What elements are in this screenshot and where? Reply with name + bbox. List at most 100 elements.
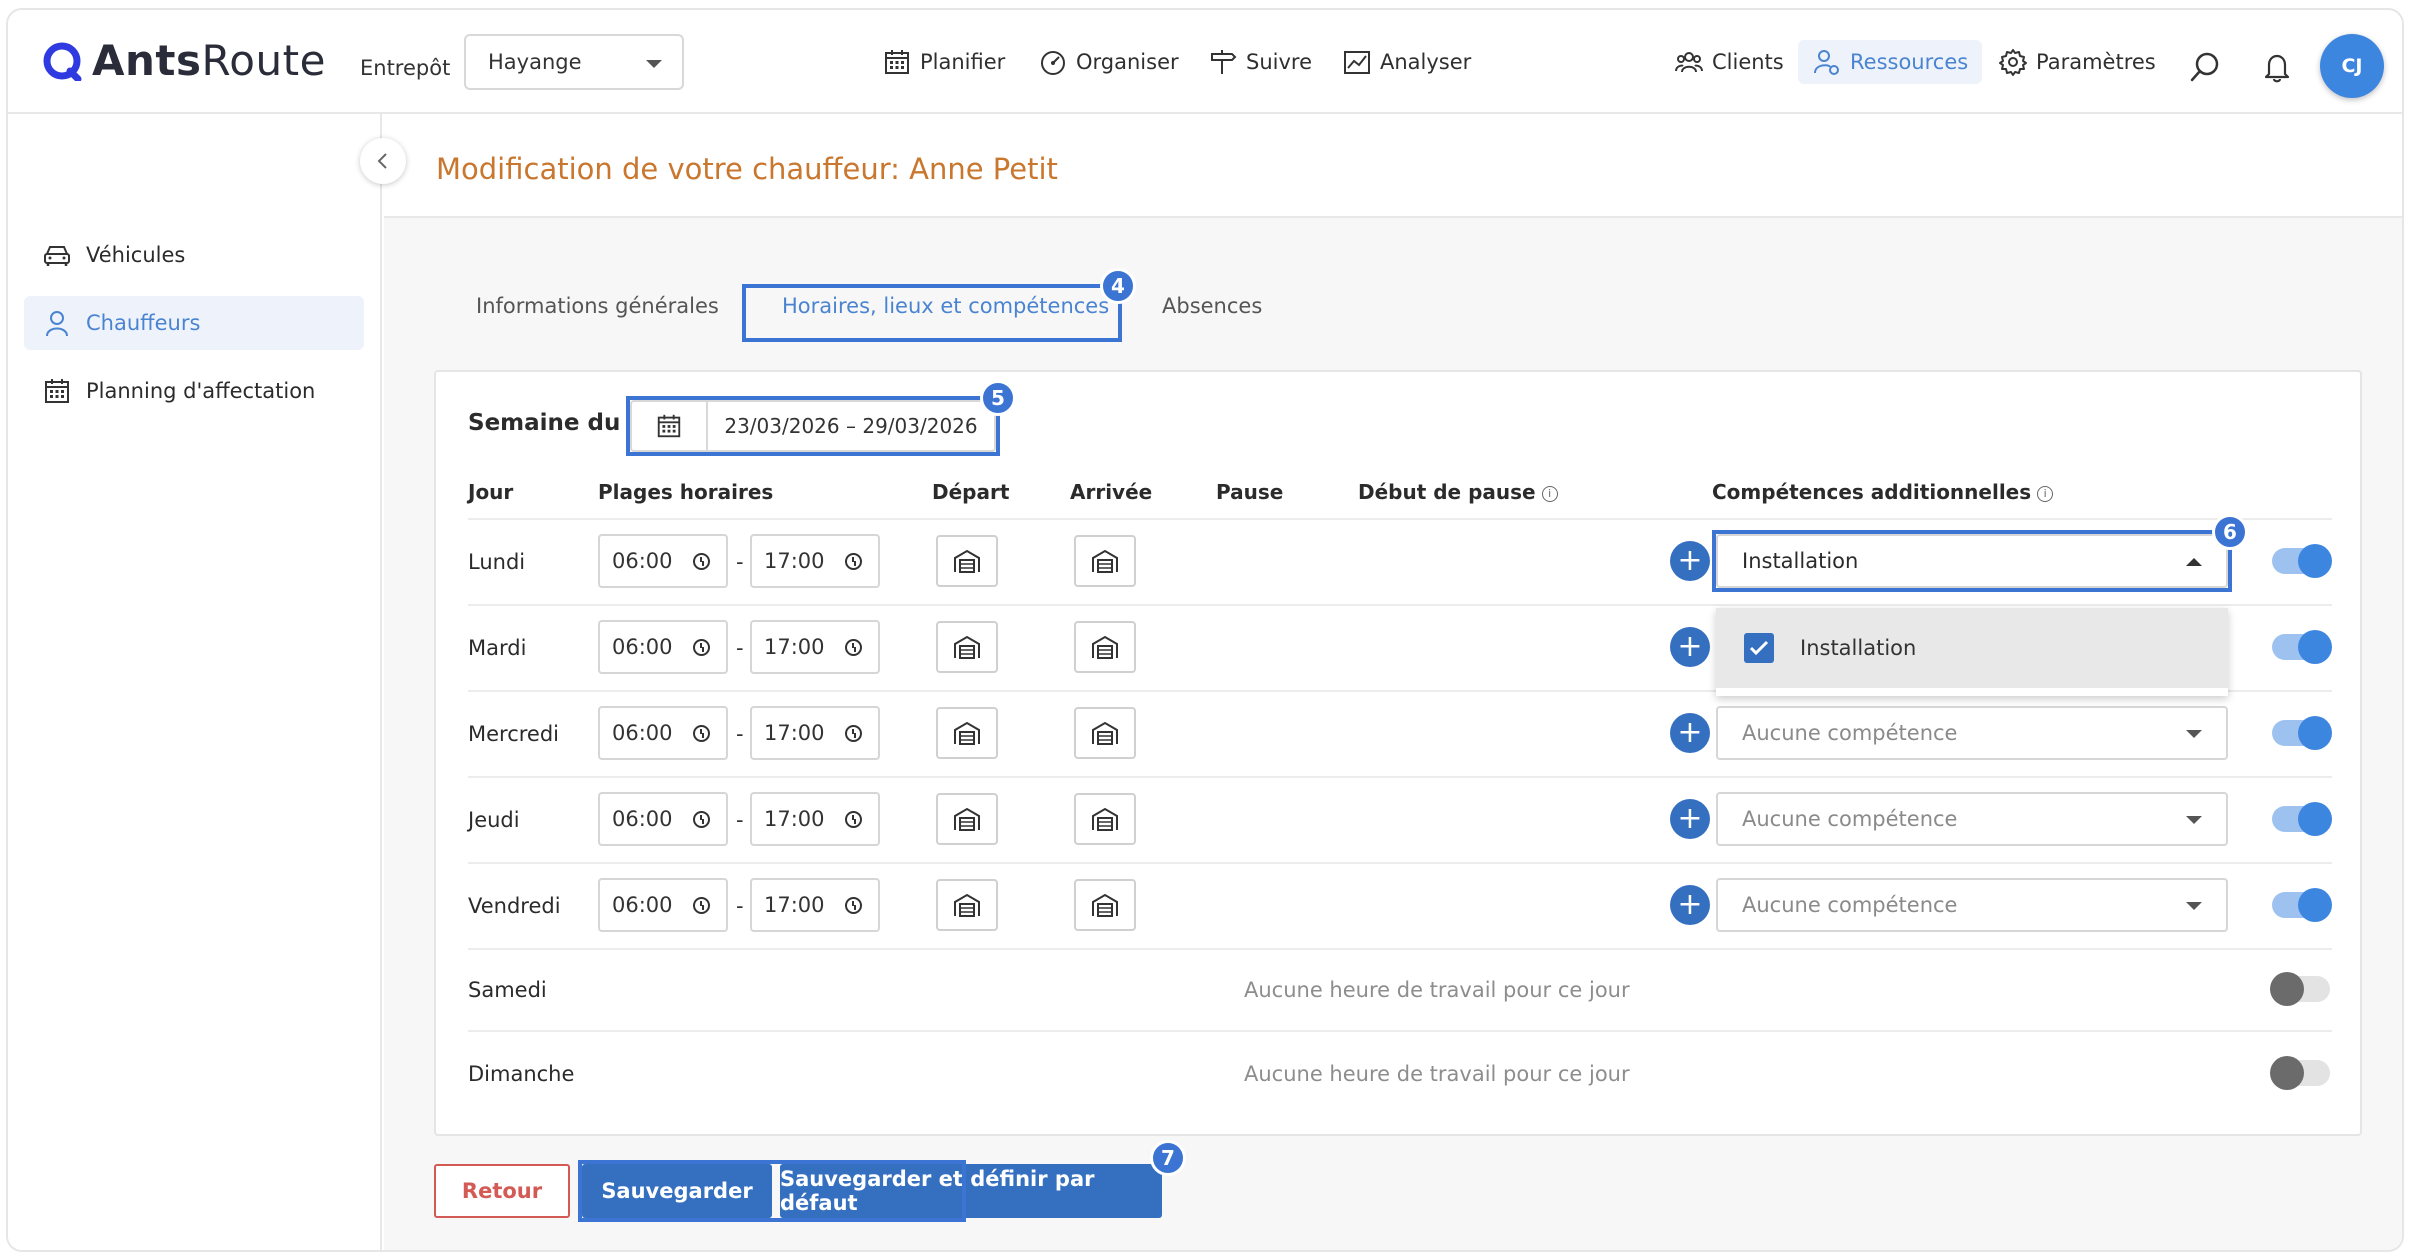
back-button[interactable]: Retour — [434, 1164, 570, 1218]
day-label: Dimanche — [468, 1062, 575, 1086]
end-time-input[interactable]: 17:00 — [750, 534, 880, 588]
nav-organiser[interactable]: Organiser — [1038, 40, 1179, 84]
end-time-input[interactable]: 17:00 — [750, 620, 880, 674]
logo[interactable]: AntsRoute — [42, 36, 326, 85]
skill-select[interactable]: Aucune compétence — [1716, 792, 2228, 846]
day-toggle[interactable] — [2272, 802, 2332, 836]
tab-highlight — [742, 284, 1122, 342]
nav-analyser[interactable]: Analyser — [1342, 40, 1471, 84]
departure-warehouse-button[interactable] — [936, 707, 998, 759]
info-icon[interactable]: i — [2037, 486, 2054, 502]
day-toggle[interactable] — [2272, 630, 2332, 664]
arrival-warehouse-button[interactable] — [1074, 621, 1136, 673]
garage-icon — [1092, 893, 1118, 917]
tab-informations-generales[interactable]: Informations générales — [476, 294, 719, 318]
departure-warehouse-button[interactable] — [936, 879, 998, 931]
no-work-text: Aucune heure de travail pour ce jour — [1244, 1062, 1630, 1086]
garage-icon — [1092, 721, 1118, 745]
day-toggle[interactable] — [2272, 888, 2332, 922]
sidebar-item-vehicules[interactable]: Véhicules — [24, 228, 364, 282]
start-time-input[interactable]: 06:00 — [598, 706, 728, 760]
garage-icon — [1092, 549, 1118, 573]
nav-label: Analyser — [1380, 50, 1472, 74]
day-label: Mercredi — [468, 722, 560, 746]
start-time-input[interactable]: 06:00 — [598, 620, 728, 674]
nav-label: Ressources — [1850, 50, 1969, 74]
sidebar-item-label: Planning d'affectation — [86, 379, 316, 403]
clock-icon — [693, 897, 710, 914]
nav-planifier[interactable]: Planifier — [882, 40, 1005, 84]
car-icon — [44, 246, 70, 266]
search-icon[interactable] — [2188, 50, 2222, 84]
end-time-input[interactable]: 17:00 — [750, 792, 880, 846]
col-header-arrival: Arrivée — [1070, 480, 1153, 504]
warehouse-select[interactable]: Hayange — [464, 34, 684, 90]
start-time-input[interactable]: 06:00 — [598, 878, 728, 932]
arrival-warehouse-button[interactable] — [1074, 793, 1136, 845]
sidebar-item-chauffeurs[interactable]: Chauffeurs — [24, 296, 364, 350]
add-skill-button[interactable]: + — [1670, 713, 1710, 753]
range-separator: - — [736, 808, 744, 832]
arrival-warehouse-button[interactable] — [1074, 707, 1136, 759]
skill-select[interactable]: Aucune compétence — [1716, 706, 2228, 760]
garage-icon — [1092, 807, 1118, 831]
clock-icon — [693, 811, 710, 828]
day-toggle[interactable] — [2270, 1056, 2330, 1090]
sidebar-item-label: Véhicules — [86, 243, 186, 267]
departure-warehouse-button[interactable] — [936, 535, 998, 587]
add-skill-button[interactable]: + — [1670, 541, 1710, 581]
week-highlight — [626, 396, 1000, 456]
add-skill-button[interactable]: + — [1670, 885, 1710, 925]
departure-warehouse-button[interactable] — [936, 793, 998, 845]
clock-icon — [845, 639, 862, 656]
nav-parametres[interactable]: Paramètres — [1998, 40, 2156, 84]
garage-icon — [954, 893, 980, 917]
garage-icon — [954, 721, 980, 745]
collapse-sidebar-button[interactable] — [360, 138, 406, 184]
col-header-day: Jour — [468, 480, 514, 504]
divider — [468, 862, 2332, 864]
nav-label: Clients — [1712, 50, 1784, 74]
nav-suivre[interactable]: Suivre — [1208, 40, 1312, 84]
checkbox-checked-icon[interactable] — [1744, 633, 1774, 663]
chevron-down-icon — [646, 60, 662, 68]
end-time-input[interactable]: 17:00 — [750, 706, 880, 760]
add-skill-button[interactable]: + — [1670, 799, 1710, 839]
plus-icon: + — [1677, 715, 1703, 750]
clock-icon — [693, 553, 710, 570]
calendar-icon — [885, 50, 909, 74]
skill-select[interactable]: Aucune compétence — [1716, 878, 2228, 932]
plus-icon: + — [1677, 887, 1703, 922]
day-toggle[interactable] — [2272, 544, 2332, 578]
bell-icon[interactable] — [2260, 50, 2294, 84]
day-toggle[interactable] — [2270, 972, 2330, 1006]
add-skill-button[interactable]: + — [1670, 627, 1710, 667]
departure-warehouse-button[interactable] — [936, 621, 998, 673]
start-time-input[interactable]: 06:00 — [598, 534, 728, 588]
avatar[interactable]: CJ — [2320, 34, 2384, 98]
callout-badge: 7 — [1150, 1140, 1186, 1176]
chevron-left-icon — [377, 153, 387, 169]
clock-icon — [693, 725, 710, 742]
arrival-warehouse-button[interactable] — [1074, 535, 1136, 587]
divider — [468, 1030, 2332, 1032]
tab-absences[interactable]: Absences — [1162, 294, 1262, 318]
divider — [468, 518, 2332, 520]
gear-icon — [1999, 49, 2027, 76]
skill-highlight — [1712, 530, 2232, 592]
nav-label: Paramètres — [2036, 50, 2156, 74]
arrival-warehouse-button[interactable] — [1074, 879, 1136, 931]
dropdown-option-label: Installation — [1800, 636, 1917, 660]
callout-badge: 4 — [1100, 268, 1136, 304]
nav-ressources[interactable]: Ressources — [1798, 40, 1983, 84]
dropdown-option[interactable]: Installation — [1716, 608, 2228, 688]
end-time-input[interactable]: 17:00 — [750, 878, 880, 932]
skill-dropdown-menu: Installation — [1716, 608, 2228, 696]
sidebar-item-planning[interactable]: Planning d'affectation — [24, 364, 364, 418]
nav-clients[interactable]: Clients — [1674, 40, 1784, 84]
app-window: AntsRoute Entrepôt Hayange Planifier Org… — [6, 8, 2404, 1252]
week-label: Semaine du — [468, 410, 621, 436]
start-time-input[interactable]: 06:00 — [598, 792, 728, 846]
day-toggle[interactable] — [2272, 716, 2332, 750]
info-icon[interactable]: i — [1541, 486, 1558, 502]
